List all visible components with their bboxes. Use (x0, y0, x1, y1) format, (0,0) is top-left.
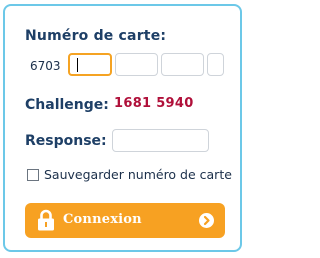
card-number-label: Numéro de carte: (25, 28, 167, 44)
card-number-field-2[interactable] (115, 53, 158, 76)
challenge-value: 1681 5940 (114, 96, 194, 111)
card-number-prefix: 6703 (30, 59, 61, 73)
card-number-field-1[interactable] (68, 53, 112, 76)
card-number-field-3[interactable] (161, 53, 204, 76)
text-caret (77, 58, 78, 72)
challenge-label: Challenge: (25, 97, 109, 113)
connexion-label: Connexion (63, 212, 142, 227)
card-number-field-4[interactable] (207, 53, 224, 76)
save-card-label[interactable]: Sauvegarder numéro de carte (44, 167, 232, 182)
response-input[interactable] (112, 129, 209, 152)
save-card-checkbox[interactable] (27, 169, 39, 181)
response-label: Response: (25, 133, 107, 149)
lock-icon (38, 209, 54, 231)
login-panel: Numéro de carte: 6703 Challenge: 1681 59… (3, 4, 242, 252)
chevron-right-circle-icon (199, 213, 214, 228)
connexion-button[interactable]: Connexion (25, 203, 225, 238)
